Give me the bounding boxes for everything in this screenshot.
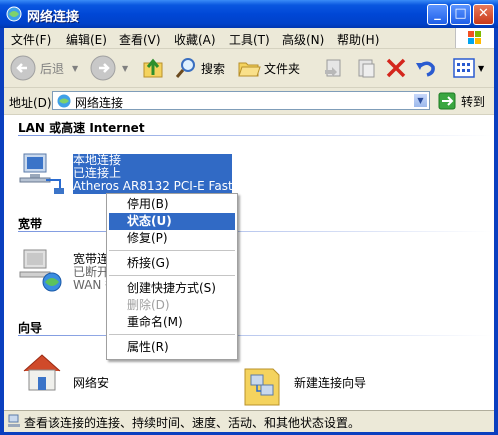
undo-button[interactable]: [414, 55, 438, 81]
search-icon: [175, 58, 195, 78]
address-input[interactable]: 网络连接 ▼: [52, 91, 430, 110]
menu-item-bridge[interactable]: 桥接(G): [109, 255, 235, 272]
menu-view[interactable]: 查看(V): [119, 31, 161, 48]
folders-label: 文件夹: [264, 61, 301, 76]
delete-x-icon: [386, 58, 406, 78]
menu-favorites[interactable]: 收藏(A): [174, 31, 216, 48]
menu-item-create-shortcut[interactable]: 创建快捷方式(S): [109, 280, 235, 297]
new-connection-wizard-label[interactable]: 新建连接向导: [294, 377, 366, 390]
undo-icon: [416, 61, 435, 77]
menu-item-status[interactable]: 状态(U): [109, 213, 235, 230]
minimize-button[interactable]: _: [427, 4, 448, 25]
lan-connection-label[interactable]: 本地连接 已连接上 Atheros AR8132 PCI-E Fast Et..…: [73, 154, 261, 194]
broadband-connection-icon[interactable]: [18, 246, 66, 294]
menu-bar: 文件(F) 编辑(E) 查看(V) 收藏(A) 工具(T) 高级(N) 帮助(H…: [4, 28, 494, 49]
group-divider: [18, 335, 492, 336]
search-label: 搜索: [201, 61, 226, 76]
connections-pane: LAN 或高速 Internet 本地连接 已连接上 Atheros AR813…: [4, 115, 494, 410]
menu-separator: [109, 250, 235, 251]
menu-edit[interactable]: 编辑(E): [66, 31, 107, 48]
close-button[interactable]: ✕: [473, 4, 494, 25]
title-bar[interactable]: 网络连接 _ □ ✕: [0, 0, 498, 28]
views-button[interactable]: ▼: [452, 55, 484, 81]
menu-separator: [109, 275, 235, 276]
menu-separator: [109, 334, 235, 335]
back-label: 后退: [40, 61, 65, 76]
maximize-button[interactable]: □: [450, 4, 471, 25]
menu-advanced[interactable]: 高级(N): [282, 31, 324, 48]
go-arrow-icon: [438, 92, 456, 110]
move-to-icon: [325, 59, 341, 77]
copy-to-icon: [358, 59, 375, 78]
copy-to-button[interactable]: [354, 55, 378, 81]
forward-dropdown-icon[interactable]: ▼: [122, 64, 128, 73]
folders-button[interactable]: 文件夹: [237, 55, 300, 81]
network-status-icon: [8, 414, 20, 427]
group-divider: [18, 135, 492, 136]
home-network-wizard-icon[interactable]: [20, 349, 66, 395]
views-icon: [453, 58, 475, 78]
window: 网络连接 _ □ ✕ 文件(F) 编辑(E) 查看(V) 收藏(A) 工具(T)…: [0, 0, 498, 435]
address-label: 地址(D): [9, 96, 52, 110]
back-dropdown-icon[interactable]: ▼: [72, 64, 78, 73]
back-button[interactable]: 后退 ▼: [10, 55, 78, 81]
move-to-button[interactable]: [322, 55, 346, 81]
menu-help[interactable]: 帮助(H): [337, 31, 379, 48]
home-network-wizard-label[interactable]: 网络安: [73, 377, 109, 390]
context-menu: 停用(B) 状态(U) 修复(P) 桥接(G) 创建快捷方式(S) 删除(D) …: [106, 193, 238, 360]
folders-icon: [238, 62, 261, 77]
views-dropdown-icon[interactable]: ▼: [478, 64, 484, 73]
menu-file[interactable]: 文件(F): [11, 31, 51, 48]
forward-arrow-icon: [90, 55, 116, 81]
go-label: 转到: [461, 94, 486, 109]
go-button[interactable]: 转到: [438, 92, 485, 110]
windows-logo-icon: [455, 28, 494, 48]
network-connections-icon: [6, 6, 22, 22]
address-dropdown-icon[interactable]: ▼: [413, 93, 428, 108]
status-bar: 查看该连接的连接、持续时间、速度、活动、和其他状态设置。: [4, 410, 494, 432]
group-header-broadband: 宽带: [18, 217, 43, 231]
toolbar: 后退 ▼ ▼ 搜索 文件夹 ▼: [4, 49, 494, 88]
window-title: 网络连接: [27, 10, 80, 25]
delete-button[interactable]: [384, 55, 408, 81]
up-button[interactable]: [140, 55, 166, 81]
menu-item-repair[interactable]: 修复(P): [109, 230, 235, 247]
group-header-lan: LAN 或高速 Internet: [18, 121, 145, 135]
forward-button[interactable]: ▼: [90, 55, 128, 81]
folder-up-icon: [143, 58, 163, 78]
status-text: 查看该连接的连接、持续时间、速度、活动、和其他状态设置。: [24, 416, 361, 430]
lan-connection-device: Atheros AR8132 PCI-E Fast Et...: [73, 179, 261, 193]
back-arrow-icon: [10, 55, 36, 81]
menu-item-properties[interactable]: 属性(R): [109, 339, 235, 356]
lan-connection-icon[interactable]: [18, 148, 66, 196]
search-button[interactable]: 搜索: [174, 55, 225, 81]
group-header-wizard: 向导: [18, 321, 43, 335]
menu-item-rename[interactable]: 重命名(M): [109, 314, 235, 331]
network-folder-icon: [57, 94, 71, 108]
menu-item-delete: 删除(D): [127, 298, 170, 312]
address-value: 网络连接: [75, 96, 124, 110]
menu-tools[interactable]: 工具(T): [229, 31, 270, 48]
window-body: 文件(F) 编辑(E) 查看(V) 收藏(A) 工具(T) 高级(N) 帮助(H…: [4, 28, 494, 432]
new-connection-wizard-icon[interactable]: [239, 363, 285, 409]
group-divider: [18, 231, 492, 232]
address-bar: 地址(D) 网络连接 ▼ 转到: [4, 88, 494, 115]
menu-item-disable[interactable]: 停用(B): [109, 196, 235, 213]
